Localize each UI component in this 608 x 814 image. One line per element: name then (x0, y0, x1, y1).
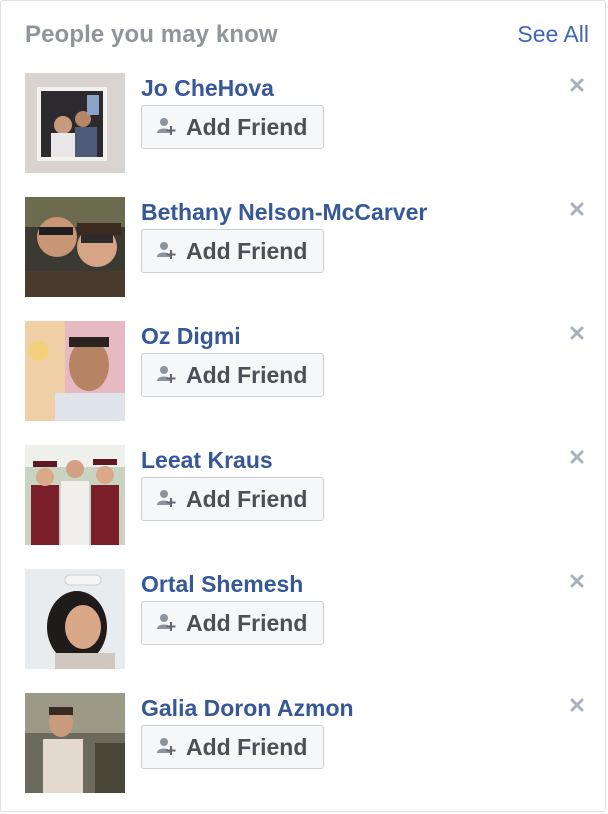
add-friend-label: Add Friend (186, 237, 308, 264)
avatar[interactable] (25, 321, 125, 421)
add-friend-icon (157, 738, 176, 755)
add-friend-label: Add Friend (186, 361, 308, 388)
person-name[interactable]: Bethany Nelson-McCarver (141, 199, 427, 226)
suggestion-item: Jo CheHova Add Friend (25, 73, 589, 197)
avatar[interactable] (25, 197, 125, 297)
suggestion-list: Jo CheHova Add Friend Bethany Nelson-McC… (25, 73, 589, 814)
close-icon[interactable] (569, 77, 585, 93)
add-friend-label: Add Friend (186, 733, 308, 760)
close-icon[interactable] (569, 201, 585, 217)
add-friend-icon (157, 242, 176, 259)
avatar[interactable] (25, 445, 125, 545)
person-name[interactable]: Galia Doron Azmon (141, 695, 354, 722)
avatar[interactable] (25, 73, 125, 173)
add-friend-button[interactable]: Add Friend (141, 477, 325, 521)
person-name[interactable]: Jo CheHova (141, 75, 274, 102)
suggestion-item: Galia Doron Azmon Add Friend (25, 693, 589, 814)
add-friend-label: Add Friend (186, 113, 308, 140)
avatar[interactable] (25, 693, 125, 793)
add-friend-icon (157, 118, 176, 135)
suggestion-item: Oz Digmi Add Friend (25, 321, 589, 445)
panel-header: People you may know See All (25, 19, 589, 53)
add-friend-button[interactable]: Add Friend (141, 601, 325, 645)
add-friend-icon (157, 490, 176, 507)
add-friend-button[interactable]: Add Friend (141, 105, 325, 149)
close-icon[interactable] (569, 325, 585, 341)
person-name[interactable]: Ortal Shemesh (141, 571, 303, 598)
close-icon[interactable] (569, 697, 585, 713)
add-friend-icon (157, 366, 176, 383)
add-friend-label: Add Friend (186, 609, 308, 636)
close-icon[interactable] (569, 449, 585, 465)
add-friend-button[interactable]: Add Friend (141, 725, 325, 769)
panel-title: People you may know (25, 21, 278, 48)
avatar[interactable] (25, 569, 125, 669)
add-friend-button[interactable]: Add Friend (141, 353, 325, 397)
suggestion-item: Ortal Shemesh Add Friend (25, 569, 589, 693)
suggestion-item: Leeat Kraus Add Friend (25, 445, 589, 569)
person-name[interactable]: Oz Digmi (141, 323, 241, 350)
suggestion-item: Bethany Nelson-McCarver Add Friend (25, 197, 589, 321)
people-you-may-know-panel: People you may know See All Jo CheHova A… (0, 0, 606, 812)
close-icon[interactable] (569, 573, 585, 589)
add-friend-button[interactable]: Add Friend (141, 229, 325, 273)
person-name[interactable]: Leeat Kraus (141, 447, 273, 474)
add-friend-icon (157, 614, 176, 631)
see-all-link[interactable]: See All (517, 21, 589, 48)
add-friend-label: Add Friend (186, 485, 308, 512)
